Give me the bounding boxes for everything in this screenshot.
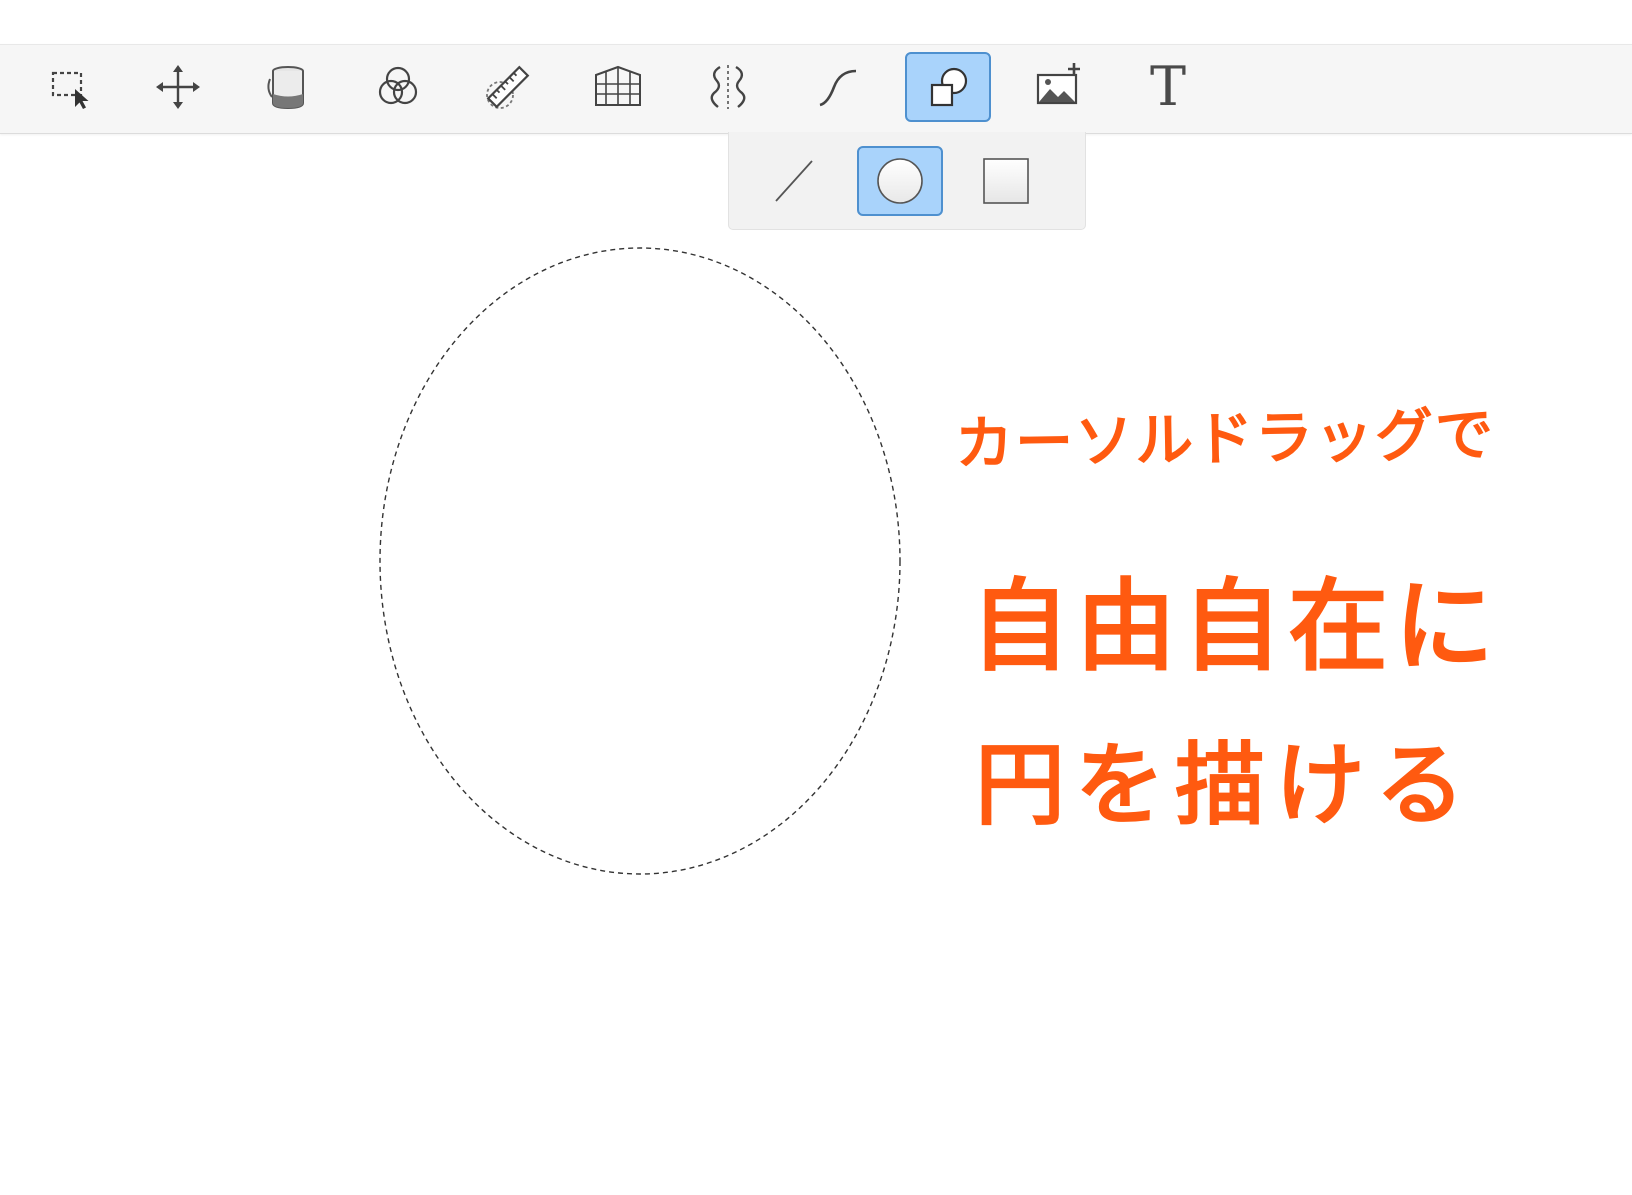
overlapping-circles-icon [378, 66, 418, 105]
ruler-icon [486, 65, 530, 109]
square-icon [983, 158, 1029, 204]
line-shape-button[interactable] [751, 146, 837, 216]
selection-ellipse[interactable] [379, 247, 901, 875]
annotation-line-2: 自由自在に [970, 568, 1500, 685]
fill-tool-button[interactable] [245, 52, 331, 122]
symmetry-tool-button[interactable] [685, 52, 771, 122]
rectangle-shape-button[interactable] [963, 146, 1049, 216]
symmetry-icon [710, 65, 746, 109]
line-icon [775, 160, 813, 202]
top-margin [0, 0, 1632, 44]
annotation-line-3: 円を描ける [975, 733, 1475, 838]
paint-bucket-icon [267, 66, 304, 110]
ruler-tool-button[interactable] [465, 52, 551, 122]
shape-subbar [728, 132, 1086, 230]
move-arrows-icon [156, 65, 200, 109]
insert-image-tool-button[interactable] [1015, 52, 1101, 122]
annotation-line-1: カーソルドラッグで [954, 400, 1496, 478]
image-add-icon [1036, 63, 1080, 105]
marquee-select-icon [51, 71, 89, 109]
shape-tool-button[interactable] [905, 52, 991, 122]
move-tool-button[interactable] [135, 52, 221, 122]
text-tool-button[interactable]: T [1125, 52, 1211, 122]
curve-tool-button[interactable] [795, 52, 881, 122]
curve-icon [819, 69, 857, 107]
text-icon: T [1149, 55, 1187, 118]
blend-tool-button[interactable] [355, 52, 441, 122]
circle-icon [877, 158, 923, 204]
selection-tool-button[interactable] [26, 52, 112, 122]
perspective-tool-button[interactable] [575, 52, 661, 122]
main-toolbar: T [0, 44, 1632, 134]
ellipse-shape-button[interactable] [857, 146, 943, 216]
shapes-icon [930, 67, 968, 107]
perspective-grid-icon [595, 65, 641, 106]
